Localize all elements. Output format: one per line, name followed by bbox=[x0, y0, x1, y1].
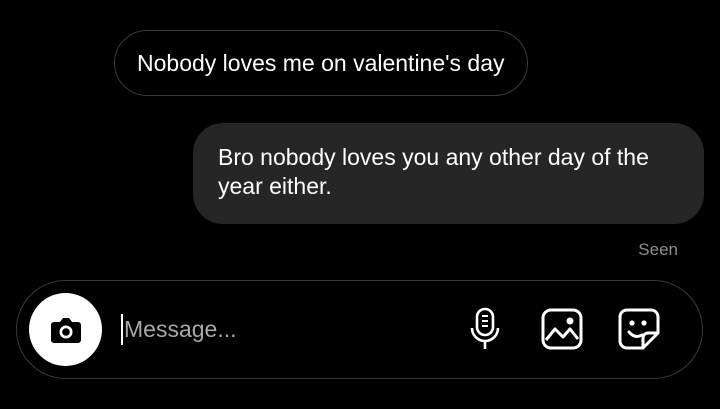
gallery-button[interactable] bbox=[538, 305, 586, 353]
sticker-button[interactable] bbox=[615, 305, 663, 353]
received-message-bubble[interactable]: Nobody loves me on valentine's day bbox=[114, 30, 528, 96]
message-composer bbox=[16, 280, 703, 379]
camera-icon bbox=[50, 317, 81, 343]
sticker-icon bbox=[618, 308, 660, 350]
camera-button[interactable] bbox=[29, 293, 102, 366]
image-gallery-icon bbox=[541, 308, 583, 350]
microphone-icon bbox=[470, 307, 500, 349]
message-text: Nobody loves me on valentine's day bbox=[137, 49, 505, 76]
message-input[interactable] bbox=[124, 309, 444, 349]
voice-message-button[interactable] bbox=[461, 305, 509, 353]
seen-status: Seen bbox=[638, 240, 678, 259]
message-text: Bro nobody loves you any other day of th… bbox=[218, 144, 649, 199]
text-cursor bbox=[121, 314, 123, 345]
sent-message-bubble[interactable]: Bro nobody loves you any other day of th… bbox=[193, 123, 704, 224]
